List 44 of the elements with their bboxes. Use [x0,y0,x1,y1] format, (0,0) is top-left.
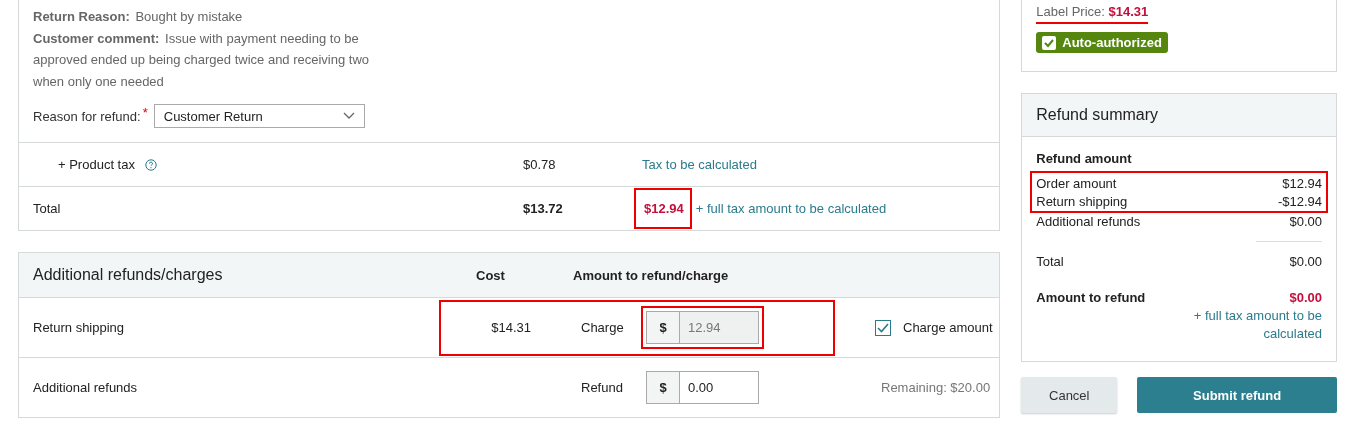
status-badge: Auto-authorized [1036,32,1168,53]
cost-text: $14.31 [491,320,531,335]
summary-label: Total [1036,253,1064,271]
column-header: Amount to refund/charge [573,267,729,283]
tax-note: + full tax amount to be calculated [1192,307,1322,343]
summary-value: $12.94 [1282,175,1322,193]
row-label: Total [33,201,61,216]
section-title: Additional refunds/charges [32,266,224,284]
action-text: Charge [580,320,625,335]
amount-text: $0.78 [523,157,557,172]
refund-amount: $12.94 [634,188,692,229]
required-mark: * [142,104,148,120]
remaining-text: Remaining: $20.00 [880,380,991,395]
row-label: + Product tax [58,157,135,172]
summary-label: Order amount [1036,175,1117,193]
cancel-button[interactable]: Cancel [1021,377,1118,413]
row-label: Additional refunds [32,380,139,395]
tax-note: Tax to be calculated [642,157,757,172]
summary-value: $0.00 [1289,213,1322,231]
row-label: Return shipping [32,320,126,335]
reason-label: Reason for refund: [33,108,141,124]
summary-heading: Refund amount [1036,151,1133,166]
reason-dropdown[interactable]: Customer Return [153,104,365,128]
action-text: Refund [580,380,624,395]
amount-text: $13.72 [523,201,564,216]
summary-label: Return shipping [1036,193,1128,211]
currency-label: $ [646,311,680,344]
summary-title: Refund summary [1022,94,1336,137]
summary-value: -$12.94 [1277,193,1322,211]
summary-value: $0.00 [1289,253,1322,271]
submit-button[interactable]: Submit refund [1137,377,1337,413]
help-icon[interactable] [144,158,157,171]
summary-label: Amount to refund [1036,289,1146,307]
summary-label: Additional refunds [1036,213,1141,231]
tax-note: + full tax amount to be calculated [695,201,887,216]
amount-field[interactable]: 0.00 [680,371,759,404]
checkbox-label: Charge amount [903,320,993,335]
summary-value: $0.00 [1289,289,1322,307]
detail-text: Customer comment: Issue with payment needing to be approved ended up being charged twice and receiving two when only one needed [33,29,371,91]
column-header: Cost [476,267,506,283]
chevron-down-icon [342,112,355,120]
label-price-text: Label Price: $14.31 [1036,4,1149,24]
currency-label: $ [646,371,680,404]
detail-text: Return Reason: Bought by mistake [33,8,244,26]
